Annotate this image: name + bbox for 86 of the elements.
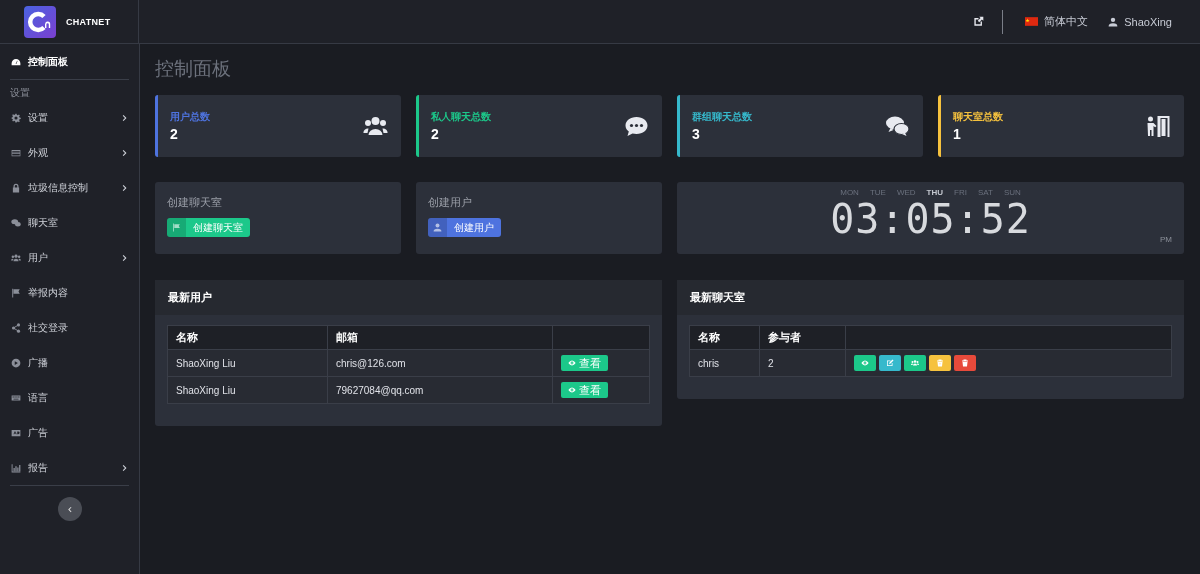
sidebar-item[interactable]: 外观	[10, 135, 129, 170]
sidebar-item[interactable]: 垃圾信息控制	[10, 170, 129, 205]
weekday-label: THU	[926, 188, 943, 197]
sidebar-item[interactable]: 控制面板	[10, 44, 129, 79]
chevron-right-icon	[121, 148, 129, 157]
sidebar-item[interactable]: 广播	[10, 345, 129, 380]
chat-bubbles-icon	[11, 217, 21, 228]
sidebar-item[interactable]: 报告	[10, 450, 129, 485]
table-cell: chris	[689, 349, 760, 377]
card-title: 创建聊天室	[167, 195, 222, 210]
gear-icon	[11, 112, 21, 123]
weekday-label: MON	[840, 188, 859, 197]
chevron-right-icon	[121, 463, 129, 472]
comment-dots-icon	[624, 115, 649, 137]
edit-icon	[886, 359, 894, 367]
weekday-label: SAT	[977, 188, 993, 197]
clear-button[interactable]	[929, 355, 951, 371]
table-cell: chris@126.com	[327, 349, 553, 377]
user-icon	[1108, 16, 1119, 27]
chevron-left-icon	[66, 505, 73, 513]
stat-value: 2	[170, 126, 179, 142]
logo-icon	[24, 5, 56, 38]
delete-button[interactable]	[954, 355, 976, 371]
external-link-icon	[973, 16, 985, 27]
chevron-right-icon	[121, 183, 129, 192]
user-icon	[433, 223, 442, 232]
stat-label: 聊天室总数	[953, 110, 1004, 124]
weekday-label: SUN	[1003, 188, 1021, 197]
stat-value: 3	[692, 126, 701, 142]
column-header: 名称	[689, 325, 760, 350]
language-selector[interactable]: 简体中文	[1025, 14, 1089, 29]
trash-icon	[961, 359, 969, 367]
flag-icon	[11, 287, 21, 298]
stat-label: 用户总数	[170, 110, 211, 124]
flag-icon	[172, 223, 181, 232]
create-button[interactable]: 创建用户	[428, 218, 501, 237]
eye-icon	[568, 359, 576, 367]
users-icon	[363, 115, 388, 137]
users-icon	[11, 252, 21, 263]
table-cell: ShaoXing Liu	[167, 376, 328, 404]
weekday-label: WED	[896, 188, 916, 197]
sidebar-item[interactable]: 社交登录	[10, 310, 129, 345]
stat-value: 2	[431, 126, 440, 142]
table-title: 最新聊天室	[690, 290, 745, 305]
gauge-icon	[11, 56, 21, 67]
eye-icon	[861, 359, 869, 367]
stat-value: 1	[953, 126, 962, 142]
edit-button[interactable]	[879, 355, 901, 371]
table-cell: 2	[759, 349, 846, 377]
lock-icon	[11, 182, 21, 193]
column-header: 名称	[167, 325, 328, 350]
sidebar-item[interactable]: 语言	[10, 380, 129, 415]
ad-icon	[11, 427, 21, 438]
sidebar-section-label: 设置	[10, 86, 30, 100]
table-cell: 79627084@qq.com	[327, 376, 553, 404]
chevron-right-icon	[121, 113, 129, 122]
eye-icon	[568, 386, 576, 394]
stat-label: 私人聊天总数	[431, 110, 492, 124]
sidebar-item[interactable]: 设置	[10, 100, 129, 135]
bar-chart-icon	[11, 462, 21, 473]
share-icon	[11, 322, 21, 333]
collapse-button[interactable]	[57, 497, 82, 521]
meridiem-label: PM	[1160, 235, 1172, 244]
table-cell: ShaoXing Liu	[167, 349, 328, 377]
person-door-icon	[1146, 115, 1171, 137]
members-button[interactable]	[904, 355, 926, 371]
column-header: 邮箱	[327, 325, 553, 350]
digital-clock: 03:05:52	[830, 199, 1031, 239]
column-header: 参与者	[759, 325, 846, 350]
view-button[interactable]	[854, 355, 876, 371]
sidebar-item[interactable]: 聊天室	[10, 205, 129, 240]
card-title: 创建用户	[428, 195, 472, 210]
page-title: 控制面板	[155, 57, 232, 81]
sidebar-item[interactable]: 举报内容	[10, 275, 129, 310]
chat-bubbles-icon	[885, 115, 910, 137]
trash-icon	[936, 359, 944, 367]
stat-label: 群组聊天总数	[692, 110, 753, 124]
chevron-right-icon	[121, 253, 129, 262]
flag-icon	[1025, 17, 1039, 26]
sidebar-item[interactable]: 广告	[10, 415, 129, 450]
user-menu[interactable]: ShaoXing	[1108, 15, 1172, 28]
sidebar-item[interactable]: 用户	[10, 240, 129, 275]
users-icon	[911, 359, 919, 367]
weekday-label: TUE	[869, 188, 886, 197]
brand-name: CHATNET	[66, 16, 111, 27]
table-title: 最新用户	[168, 290, 212, 305]
